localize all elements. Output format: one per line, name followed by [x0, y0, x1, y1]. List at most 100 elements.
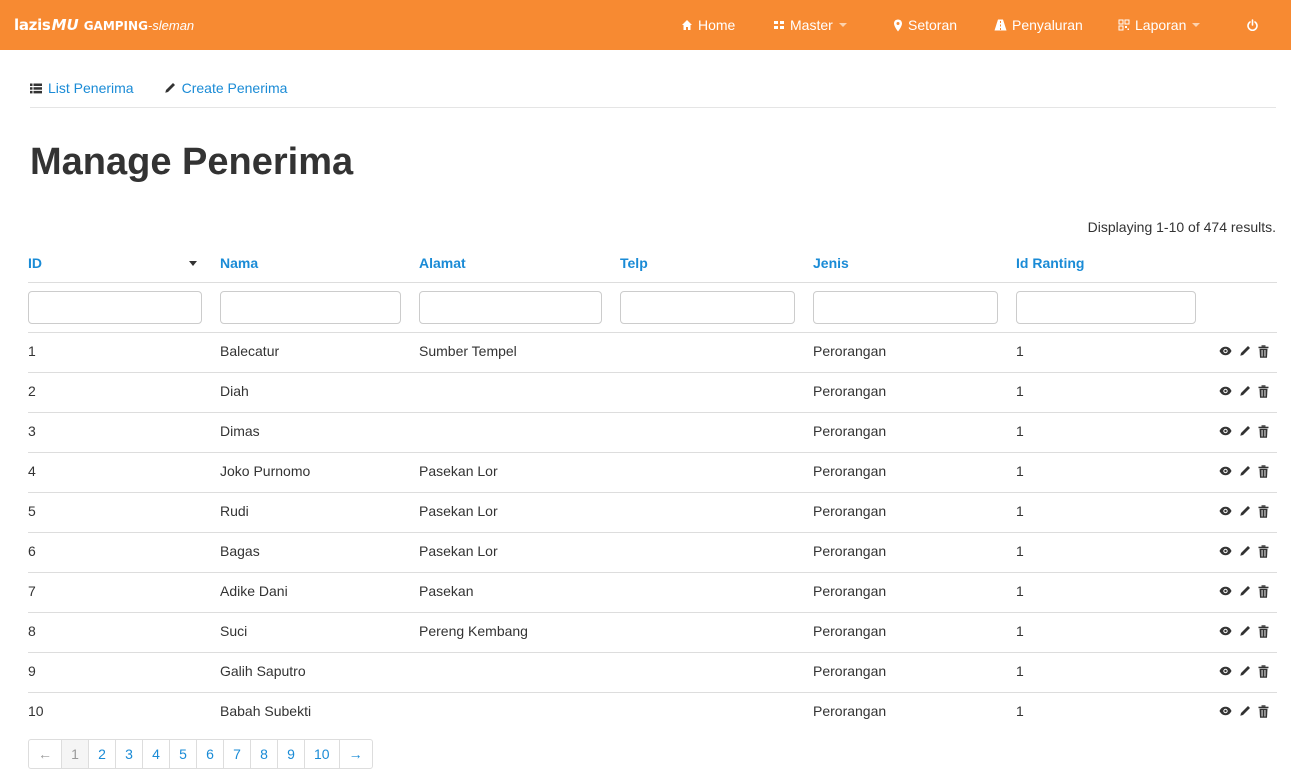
cell-id-ranting: 1 [1016, 703, 1024, 719]
cell-nama: Rudi [220, 503, 249, 519]
nav-penyaluran-label: Penyaluran [1012, 17, 1083, 33]
pencil-icon[interactable] [1235, 385, 1251, 397]
top-navbar: lazis MU GAMPING -sleman Home Master Set… [0, 0, 1291, 50]
eye-icon[interactable] [1215, 466, 1232, 476]
brand-sleman: -sleman [147, 18, 195, 33]
nav-master[interactable]: Master [773, 0, 847, 50]
cell-id: 8 [28, 623, 36, 639]
cell-id: 5 [28, 503, 36, 519]
eye-icon[interactable] [1215, 546, 1232, 556]
pagination-page[interactable]: 3 [115, 740, 142, 768]
filter-id-input[interactable] [28, 291, 202, 324]
column-header-id[interactable]: ID [28, 255, 42, 271]
trash-icon[interactable] [1254, 664, 1269, 678]
eye-icon[interactable] [1215, 586, 1232, 596]
brand-lazis: lazis [14, 16, 51, 34]
table-row: 4 Joko Purnomo Pasekan Lor Perorangan 1 [28, 452, 1277, 492]
filter-id-ranting-input[interactable] [1016, 291, 1196, 324]
pagination: ← 1 2 3 4 5 6 7 8 9 10 → [28, 739, 373, 769]
create-penerima-label: Create Penerima [181, 80, 288, 96]
nav-penyaluran[interactable]: Penyaluran [994, 0, 1083, 50]
pencil-icon[interactable] [1235, 625, 1251, 637]
column-header-alamat[interactable]: Alamat [419, 255, 466, 271]
cell-jenis: Perorangan [813, 703, 887, 719]
pencil-icon[interactable] [1235, 425, 1251, 437]
pencil-icon[interactable] [1235, 705, 1251, 717]
nav-setoran[interactable]: Setoran [893, 0, 957, 50]
pagination-next[interactable]: → [338, 740, 372, 768]
cell-alamat: Pasekan [419, 583, 474, 599]
filter-alamat-input[interactable] [419, 291, 602, 324]
cell-nama: Dimas [220, 423, 260, 439]
row-actions [1215, 543, 1269, 559]
filter-telp-input[interactable] [620, 291, 795, 324]
logout-button[interactable] [1246, 0, 1264, 50]
nav-setoran-label: Setoran [908, 17, 958, 33]
cell-nama: Balecatur [220, 343, 280, 359]
create-penerima-link[interactable]: Create Penerima [164, 80, 288, 96]
cell-nama: Adike Dani [220, 583, 288, 599]
trash-icon[interactable] [1254, 384, 1269, 398]
cell-alamat: Pasekan Lor [419, 503, 498, 519]
pagination-page[interactable]: 6 [196, 740, 223, 768]
pagination-page[interactable]: 9 [277, 740, 304, 768]
filter-nama-input[interactable] [220, 291, 401, 324]
trash-icon[interactable] [1254, 544, 1269, 558]
trash-icon[interactable] [1254, 424, 1269, 438]
pencil-icon[interactable] [1235, 665, 1251, 677]
pencil-icon[interactable] [1235, 505, 1251, 517]
sort-desc-icon [189, 261, 197, 266]
cell-id-ranting: 1 [1016, 383, 1024, 399]
column-header-nama[interactable]: Nama [220, 255, 258, 271]
trash-icon[interactable] [1254, 704, 1269, 718]
page-title: Manage Penerima [30, 141, 354, 183]
cell-jenis: Perorangan [813, 543, 887, 559]
chevron-down-icon [1192, 23, 1201, 27]
pencil-icon[interactable] [1235, 585, 1251, 597]
cell-id-ranting: 1 [1016, 663, 1024, 679]
trash-icon[interactable] [1254, 344, 1269, 358]
pagination-page[interactable]: 7 [223, 740, 250, 768]
column-header-jenis[interactable]: Jenis [813, 255, 849, 271]
row-actions [1215, 503, 1269, 519]
pencil-icon [164, 83, 175, 93]
pagination-page[interactable]: 5 [169, 740, 196, 768]
pagination-page[interactable]: 10 [304, 740, 339, 768]
list-penerima-link[interactable]: List Penerima [30, 80, 134, 96]
pencil-icon[interactable] [1235, 545, 1251, 557]
eye-icon[interactable] [1215, 626, 1232, 636]
brand-gamping: GAMPING [83, 19, 148, 33]
brand-logo[interactable]: lazis MU GAMPING -sleman [14, 16, 194, 36]
pencil-icon[interactable] [1235, 465, 1251, 477]
nav-master-label: Master [790, 17, 833, 33]
pagination-page[interactable]: 2 [88, 740, 115, 768]
cell-id: 3 [28, 423, 36, 439]
nav-home[interactable]: Home [681, 0, 735, 50]
pagination-page[interactable]: 8 [250, 740, 277, 768]
row-actions [1215, 343, 1269, 359]
table-row: 9 Galih Saputro Perorangan 1 [28, 652, 1277, 692]
nav-laporan[interactable]: Laporan [1118, 0, 1201, 50]
filter-jenis-input[interactable] [813, 291, 998, 324]
column-header-id-ranting[interactable]: Id Ranting [1016, 255, 1084, 271]
cell-id: 2 [28, 383, 36, 399]
pagination-page[interactable]: 4 [142, 740, 169, 768]
trash-icon[interactable] [1254, 584, 1269, 598]
eye-icon[interactable] [1215, 346, 1232, 356]
eye-icon[interactable] [1215, 386, 1232, 396]
cell-id: 10 [28, 703, 44, 719]
cell-jenis: Perorangan [813, 583, 887, 599]
eye-icon[interactable] [1215, 706, 1232, 716]
cell-id: 1 [28, 343, 36, 359]
pencil-icon[interactable] [1235, 345, 1251, 357]
column-header-telp[interactable]: Telp [620, 255, 648, 271]
table-row: 5 Rudi Pasekan Lor Perorangan 1 [28, 492, 1277, 532]
eye-icon[interactable] [1215, 506, 1232, 516]
trash-icon[interactable] [1254, 464, 1269, 478]
row-actions [1215, 623, 1269, 639]
trash-icon[interactable] [1254, 624, 1269, 638]
trash-icon[interactable] [1254, 504, 1269, 518]
eye-icon[interactable] [1215, 426, 1232, 436]
cell-nama: Suci [220, 623, 248, 639]
eye-icon[interactable] [1215, 666, 1232, 676]
